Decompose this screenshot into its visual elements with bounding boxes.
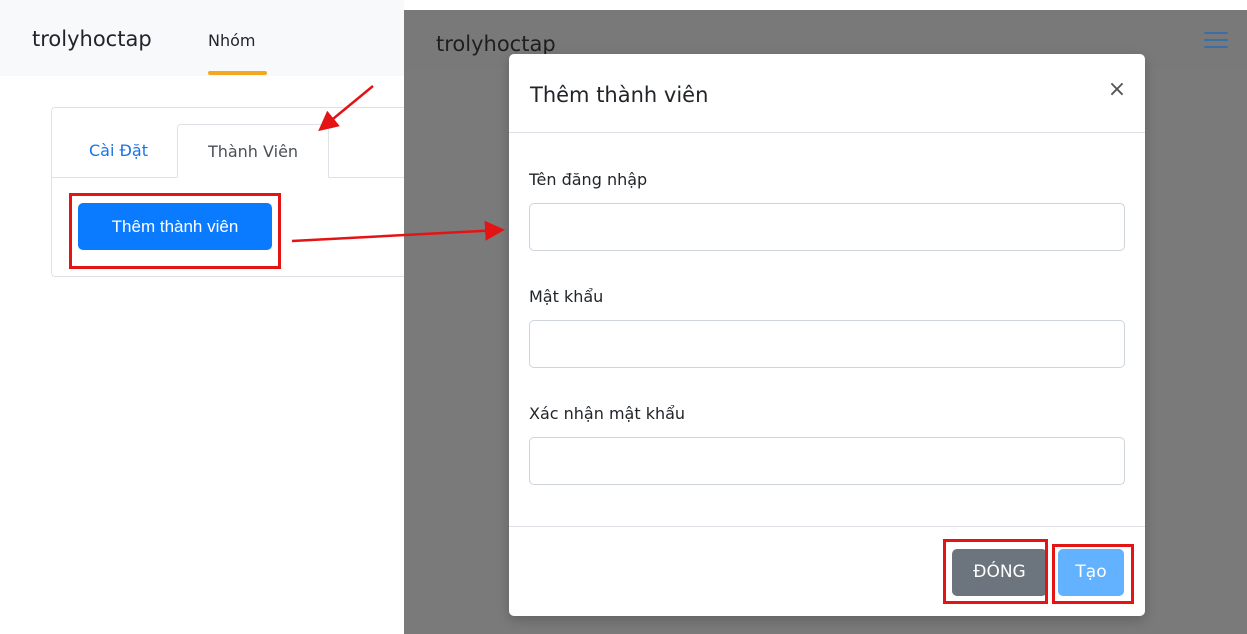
modal-header: Thêm thành viên × [509, 54, 1145, 133]
add-member-modal: Thêm thành viên × Tên đăng nhập Mật khẩu… [509, 54, 1145, 616]
highlight-close-button [943, 539, 1048, 604]
modal-footer-divider [509, 526, 1145, 527]
left-navbar: trolyhoctap Nhóm [0, 0, 404, 76]
nav-active-underline [208, 71, 267, 75]
hamburger-icon[interactable] [1204, 30, 1228, 50]
modal-title: Thêm thành viên [530, 83, 709, 107]
left-brand[interactable]: trolyhoctap [32, 29, 152, 50]
username-label: Tên đăng nhập [529, 170, 648, 189]
username-input[interactable] [529, 203, 1125, 251]
highlight-create-button [1052, 544, 1134, 604]
right-brand[interactable]: trolyhoctap [436, 34, 556, 55]
confirm-password-input[interactable] [529, 437, 1125, 485]
confirm-password-label: Xác nhận mật khẩu [529, 404, 686, 423]
right-top-strip [404, 0, 1247, 10]
password-label: Mật khẩu [529, 287, 604, 306]
tab-members[interactable]: Thành Viên [177, 124, 329, 178]
password-input[interactable] [529, 320, 1125, 368]
nav-link-groups[interactable]: Nhóm [208, 33, 255, 49]
tab-settings[interactable]: Cài Đặt [89, 124, 148, 178]
close-icon[interactable]: × [1105, 78, 1129, 102]
highlight-add-member [69, 193, 281, 269]
left-panel: trolyhoctap Nhóm Cài Đặt Thành Viên Thêm… [0, 0, 404, 634]
